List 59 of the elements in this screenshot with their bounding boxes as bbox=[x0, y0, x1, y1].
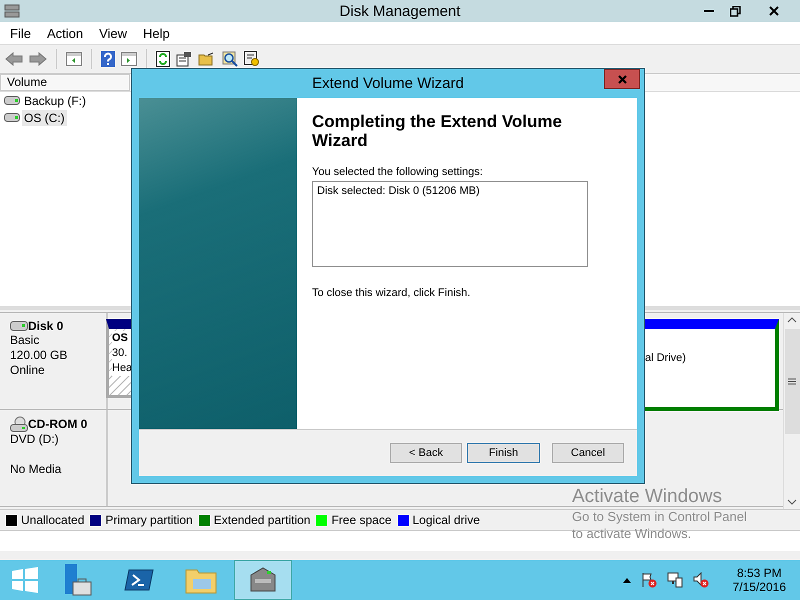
back-arrow-icon[interactable] bbox=[5, 52, 23, 66]
minimize-icon bbox=[704, 10, 714, 12]
disk-app-icon bbox=[4, 4, 20, 18]
pane-icon[interactable] bbox=[121, 52, 137, 66]
cd-drive-icon bbox=[10, 416, 28, 432]
drive-icon bbox=[4, 96, 20, 105]
folder-icon[interactable] bbox=[198, 52, 216, 66]
disk-size: 120.00 GB bbox=[10, 348, 68, 363]
caret-up-icon[interactable] bbox=[622, 578, 631, 582]
refresh-icon[interactable] bbox=[156, 51, 170, 67]
close-icon bbox=[769, 6, 779, 16]
legend-label: Logical drive bbox=[412, 513, 480, 527]
activation-notice-title: Activate Windows bbox=[572, 486, 723, 508]
menu-item[interactable]: View bbox=[91, 26, 136, 40]
restore-icon bbox=[730, 6, 740, 16]
terminal-icon bbox=[124, 568, 154, 592]
volume-name[interactable]: Backup (F:) bbox=[22, 92, 88, 108]
menu-item[interactable]: File bbox=[2, 26, 39, 40]
dialog-button[interactable]: Cancel bbox=[552, 443, 624, 463]
grip-icon bbox=[788, 378, 796, 385]
menu-item[interactable]: Action bbox=[38, 26, 92, 40]
intro-text: You selected the following settings: bbox=[312, 166, 483, 178]
window-title: Disk Management bbox=[338, 3, 462, 20]
speaker-muted-icon[interactable] bbox=[692, 572, 709, 588]
disk-status: Online bbox=[10, 363, 45, 378]
network-icon[interactable] bbox=[666, 572, 683, 588]
disk-name: Disk 0 bbox=[28, 319, 64, 333]
drive-icon bbox=[4, 113, 20, 122]
volume-name[interactable]: OS (C:) bbox=[22, 110, 67, 126]
dialog-title: Extend Volume Wizard bbox=[311, 75, 465, 92]
activation-notice-text: to activate Windows. bbox=[572, 525, 692, 542]
legend-label: Free space bbox=[331, 513, 392, 527]
disk-type: DVD (D:) bbox=[10, 432, 59, 447]
legend-label: Extended partition bbox=[214, 513, 310, 527]
dialog-button[interactable]: < Back bbox=[390, 443, 462, 463]
disk-type: Basic bbox=[10, 333, 40, 348]
settings-box: Disk selected: Disk 0 (51206 MB) bbox=[312, 181, 588, 267]
close-icon bbox=[618, 74, 626, 84]
legend-label: Unallocated bbox=[21, 513, 84, 527]
disk-name: CD-ROM 0 bbox=[28, 417, 88, 431]
clock-time[interactable]: 8:53 PM bbox=[736, 566, 782, 580]
flag-error-icon[interactable] bbox=[640, 572, 657, 588]
drive-icon bbox=[10, 321, 28, 331]
forward-arrow-icon[interactable] bbox=[29, 52, 47, 66]
pane-icon[interactable] bbox=[66, 52, 82, 66]
taskbar-app[interactable] bbox=[234, 560, 292, 600]
partition-text: al Drive) bbox=[645, 351, 686, 366]
help-icon[interactable] bbox=[101, 51, 115, 67]
disk-status: No Media bbox=[10, 462, 62, 477]
column-header[interactable]: Volume bbox=[0, 74, 130, 91]
magnifier-icon[interactable] bbox=[222, 51, 238, 67]
wizard-heading: Completing the Extend Volume Wizard bbox=[312, 112, 563, 150]
menu-item[interactable]: Help bbox=[135, 26, 178, 40]
legend-label: Primary partition bbox=[105, 513, 193, 527]
dialog-button[interactable]: Finish bbox=[467, 443, 540, 463]
activation-notice-text: Go to System in Control Panel bbox=[572, 508, 747, 525]
scrollbar[interactable] bbox=[783, 313, 800, 509]
instruction-text: To close this wizard, click Finish. bbox=[312, 287, 470, 299]
clock-date[interactable]: 7/15/2016 bbox=[732, 580, 786, 594]
